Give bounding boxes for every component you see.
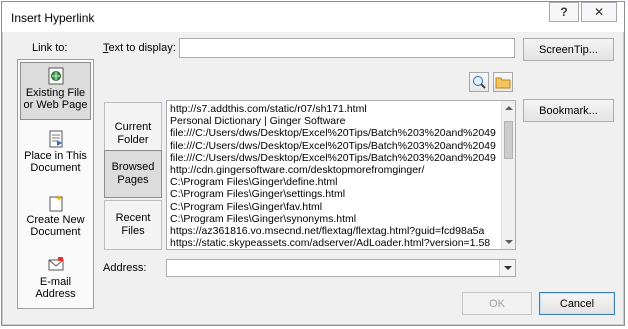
ok-button-label: OK xyxy=(489,297,505,310)
browse-web-icon xyxy=(473,76,486,89)
email-line2: Address xyxy=(35,288,76,300)
link-to-existing-file[interactable]: Existing File or Web Page xyxy=(20,62,91,120)
list-scrollbar[interactable] xyxy=(501,101,515,249)
list-item[interactable]: file:///C:/Users/dws/Desktop/Excel%20Tip… xyxy=(170,140,500,152)
list-item[interactable]: C:\Program Files\Ginger\define.html xyxy=(170,176,500,188)
text-to-display-label: Text to display: xyxy=(103,42,176,54)
text-to-display-input[interactable] xyxy=(179,38,515,58)
document-place-icon xyxy=(47,130,65,148)
recent-files-button[interactable]: Recent Files xyxy=(104,200,162,250)
ok-button[interactable]: OK xyxy=(462,292,532,315)
link-to-create-new[interactable]: Create New Document xyxy=(20,190,91,248)
browsed-pages-line1: Browsed xyxy=(111,161,155,173)
cancel-button-label: Cancel xyxy=(559,297,595,310)
scroll-down-icon[interactable] xyxy=(505,240,513,244)
browsed-pages-line2: Pages xyxy=(117,174,149,186)
browsed-pages-list[interactable]: http://s7.addthis.com/static/r07/sh171.h… xyxy=(166,100,516,250)
list-item[interactable]: C:\Program Files\Ginger\synonyms.html xyxy=(170,213,500,225)
insert-hyperlink-dialog: Insert Hyperlink ? ✕ Link to: Text to di… xyxy=(1,1,625,326)
window-title: Insert Hyperlink xyxy=(11,11,95,25)
list-item[interactable]: C:\Program Files\Ginger\fav.html xyxy=(170,201,500,213)
link-to-panel: Existing File or Web Page Place in This … xyxy=(17,59,94,309)
existing-file-line1: Existing File xyxy=(25,87,86,99)
place-line2: Document xyxy=(30,162,81,174)
list-item[interactable]: C:\Program Files\Ginger\settings.html xyxy=(170,188,500,200)
text-to-display-label-rest: ext to display: xyxy=(108,42,176,54)
place-line1: Place in This xyxy=(24,150,87,162)
cancel-button[interactable]: Cancel xyxy=(539,292,615,315)
bookmark-button[interactable]: Bookmark... xyxy=(523,99,614,122)
current-folder-line2: Folder xyxy=(117,134,149,146)
new-document-icon xyxy=(47,194,65,212)
close-icon: ✕ xyxy=(593,5,605,19)
close-button[interactable]: ✕ xyxy=(581,2,617,22)
list-item[interactable]: https://static.skypeassets.com/adserver/… xyxy=(170,237,500,249)
help-button[interactable]: ? xyxy=(549,2,579,22)
email-icon xyxy=(47,256,65,274)
list-item[interactable]: file:///C:/Users/dws/Desktop/Excel%20Tip… xyxy=(170,152,500,164)
recent-files-line2: Files xyxy=(121,225,145,237)
current-folder-line1: Current xyxy=(114,121,152,133)
address-combo[interactable] xyxy=(166,259,516,277)
title-bar: Insert Hyperlink ? ✕ xyxy=(2,2,624,32)
list-item[interactable]: http://cdn.gingersoftware.com/desktopmor… xyxy=(170,164,500,176)
list-item[interactable]: https://az361816.vo.msecnd.net/flextag/f… xyxy=(170,225,500,237)
link-to-place-in-document[interactable]: Place in This Document xyxy=(20,126,91,184)
chevron-down-icon[interactable] xyxy=(499,260,515,276)
browse-folder-icon xyxy=(495,77,511,89)
browse-web-button[interactable] xyxy=(469,72,489,92)
web-page-icon xyxy=(47,67,65,85)
email-line1: E-mail xyxy=(39,276,72,288)
link-to-email[interactable]: E-mail Address xyxy=(20,252,91,310)
list-item[interactable]: file:///C:/Users/dws/Desktop/Excel%20Tip… xyxy=(170,127,500,139)
recent-files-line1: Recent xyxy=(115,212,151,224)
screentip-button[interactable]: ScreenTip... xyxy=(523,38,614,61)
scroll-up-icon[interactable] xyxy=(505,106,513,110)
bookmark-button-label: Bookmark... xyxy=(539,104,598,117)
list-item[interactable]: Personal Dictionary | Ginger Software xyxy=(170,115,500,127)
list-item[interactable]: http://s7.addthis.com/static/r07/sh171.h… xyxy=(170,103,500,115)
browsed-pages-button[interactable]: Browsed Pages xyxy=(104,150,162,198)
create-new-line1: Create New xyxy=(26,214,85,226)
browse-file-button[interactable] xyxy=(493,72,513,92)
help-icon: ? xyxy=(560,5,568,19)
screentip-button-label: ScreenTip... xyxy=(539,43,598,56)
address-label: Address: xyxy=(103,262,147,274)
existing-file-line2: or Web Page xyxy=(23,99,88,111)
link-to-label: Link to: xyxy=(32,42,68,54)
scroll-thumb[interactable] xyxy=(504,121,513,159)
create-new-line2: Document xyxy=(30,226,81,238)
